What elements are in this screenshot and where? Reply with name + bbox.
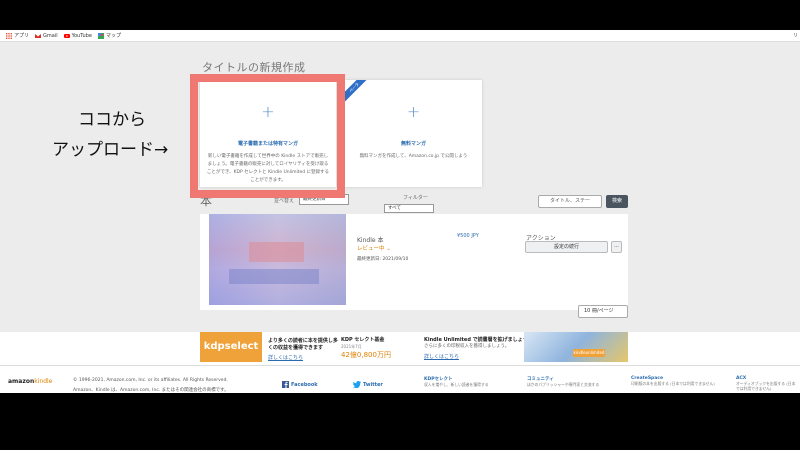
twitter-icon: [353, 381, 361, 388]
footer-col-sub: オーディオブックを出版する (日本では利用できません): [736, 381, 796, 391]
footer-link-kdp-select[interactable]: KDPセレクト 収入を増やし、新しい読者を獲得する: [424, 376, 504, 387]
book-status[interactable]: レビュー中 ⌄: [357, 244, 391, 252]
footer-col-sub: 印刷版の本を出版する (日本では利用できません): [631, 381, 715, 386]
bookmark-gmail[interactable]: Gmail: [35, 33, 58, 39]
continue-setup-button[interactable]: 設定の続行: [525, 241, 608, 253]
apps-grid-icon: [6, 32, 12, 39]
amazon-kindle-logo[interactable]: amazonkindle: [8, 378, 52, 385]
plus-icon: +: [406, 102, 421, 121]
bookmark-label: マップ: [105, 33, 121, 39]
bookmark-youtube[interactable]: YouTube: [63, 32, 92, 39]
twitter-label: Twitter: [363, 381, 383, 388]
screenshot: アプリ Gmail YouTube マップ リ タイトルの新規作成 + 電子書籍…: [0, 0, 800, 450]
youtube-icon: [63, 33, 70, 38]
footer-col-sub: ほかのパブリッシャーや専門家と交流する: [527, 382, 600, 387]
reading-list-label[interactable]: リ: [793, 32, 798, 39]
book-cover[interactable]: [209, 214, 346, 305]
card-description: 無料マンガを作成して、Amazon.co.jp で公開しよう: [359, 154, 468, 159]
logo-accent: kindle: [34, 378, 53, 385]
bookmark-label: アプリ: [14, 33, 30, 39]
sort-label: 並べ替え: [274, 198, 295, 204]
cover-pattern: [229, 269, 319, 284]
promo-title: Kindle Unlimited で読書層を拡げましょう: [424, 337, 528, 343]
kdp-select-logo[interactable]: kdpselect: [200, 332, 262, 362]
highlight-box: [190, 74, 345, 198]
footer-link-community[interactable]: コミュニティ ほかのパブリッシャーや専門家と交流する: [527, 376, 612, 387]
facebook-icon: [282, 381, 289, 388]
annotation-line: アップロード→: [52, 140, 169, 160]
bookmark-apps[interactable]: アプリ: [6, 32, 29, 39]
facebook-link[interactable]: Facebook: [282, 381, 318, 388]
per-page-select[interactable]: 10 冊/ページ: [578, 305, 628, 318]
maps-icon: [97, 32, 104, 39]
kdp-bookshelf: タイトルの新規作成 + 電子書籍または特有マンガ 新しい電子書籍を作成して世界中…: [0, 42, 800, 332]
book-format: Kindle 本: [357, 237, 384, 244]
footer-link-createspace[interactable]: CreateSpace 印刷版の本を出版する (日本では利用できません): [631, 376, 721, 386]
more-actions-button[interactable]: ...: [611, 241, 622, 253]
copyright: © 1996-2021, Amazon.com, Inc. or its aff…: [73, 376, 229, 396]
bookmarks-bar: アプリ Gmail YouTube マップ リ: [0, 30, 800, 42]
bookmark-maps[interactable]: マップ: [97, 32, 121, 39]
search-button[interactable]: 検索: [606, 195, 628, 208]
promo-amount: 42億0,800万円: [341, 351, 391, 359]
annotation-line: ココから: [78, 110, 146, 130]
bookmark-label: YouTube: [71, 32, 92, 39]
card-title[interactable]: 無料マンガ: [345, 140, 482, 147]
status-text: レビュー中: [357, 246, 385, 252]
learn-more-link[interactable]: 詳しくはこちら: [424, 353, 459, 360]
book-row: Kindle 本 レビュー中 ⌄ 最終更新日: 2021/09/10 ¥500 …: [200, 214, 628, 310]
create-manga-card[interactable]: ベータ + 無料マンガ 無料マンガを作成して、Amazon.co.jp で公開し…: [345, 80, 482, 187]
kindle-unlimited-badge: kindleunlimited: [573, 349, 605, 357]
chevron-down-icon: ⌄: [386, 246, 391, 252]
book-price[interactable]: ¥500 JPY: [457, 233, 479, 239]
twitter-link[interactable]: Twitter: [353, 381, 383, 388]
search-input[interactable]: タイトル、ステー: [538, 195, 602, 208]
cover-pattern: [249, 242, 304, 262]
promo-text: さらに多くの印税収入を獲得しましょう。: [424, 344, 510, 349]
book-updated: 最終更新日: 2021/09/10: [357, 257, 409, 262]
filter-select[interactable]: すべて: [384, 204, 434, 213]
learn-more-link[interactable]: 詳しくはこちら: [268, 354, 303, 361]
gmail-icon: [35, 33, 42, 38]
logo-main: amazon: [8, 378, 35, 385]
copyright-line: Amazon、Kindle は、Amazon.com, Inc. またはその関連…: [73, 388, 229, 393]
promo-text: より多くの読者に本を提供し多くの収益を獲得できます: [268, 338, 338, 351]
kindle-unlimited-image[interactable]: [524, 332, 628, 362]
footer-col-sub: 収入を増やし、新しい読者を獲得する: [424, 382, 489, 387]
annotation: ココから アップロード→: [52, 105, 168, 165]
facebook-label: Facebook: [291, 381, 318, 388]
promo-banner: kdpselect より多くの読者に本を提供し多くの収益を獲得できます 詳しくは…: [0, 332, 800, 365]
page-title: タイトルの新規作成: [202, 61, 306, 74]
filter-label: フィルター: [403, 195, 428, 201]
copyright-line: © 1996-2021, Amazon.com, Inc. or its aff…: [73, 378, 228, 383]
footer-link-acx[interactable]: ACX オーディオブックを出版する (日本では利用できません): [736, 376, 798, 391]
bookmark-label: Gmail: [43, 32, 58, 39]
footer: amazonkindle © 1996-2021, Amazon.com, In…: [0, 365, 800, 393]
promo-title: KDP セレクト基金: [341, 337, 385, 343]
